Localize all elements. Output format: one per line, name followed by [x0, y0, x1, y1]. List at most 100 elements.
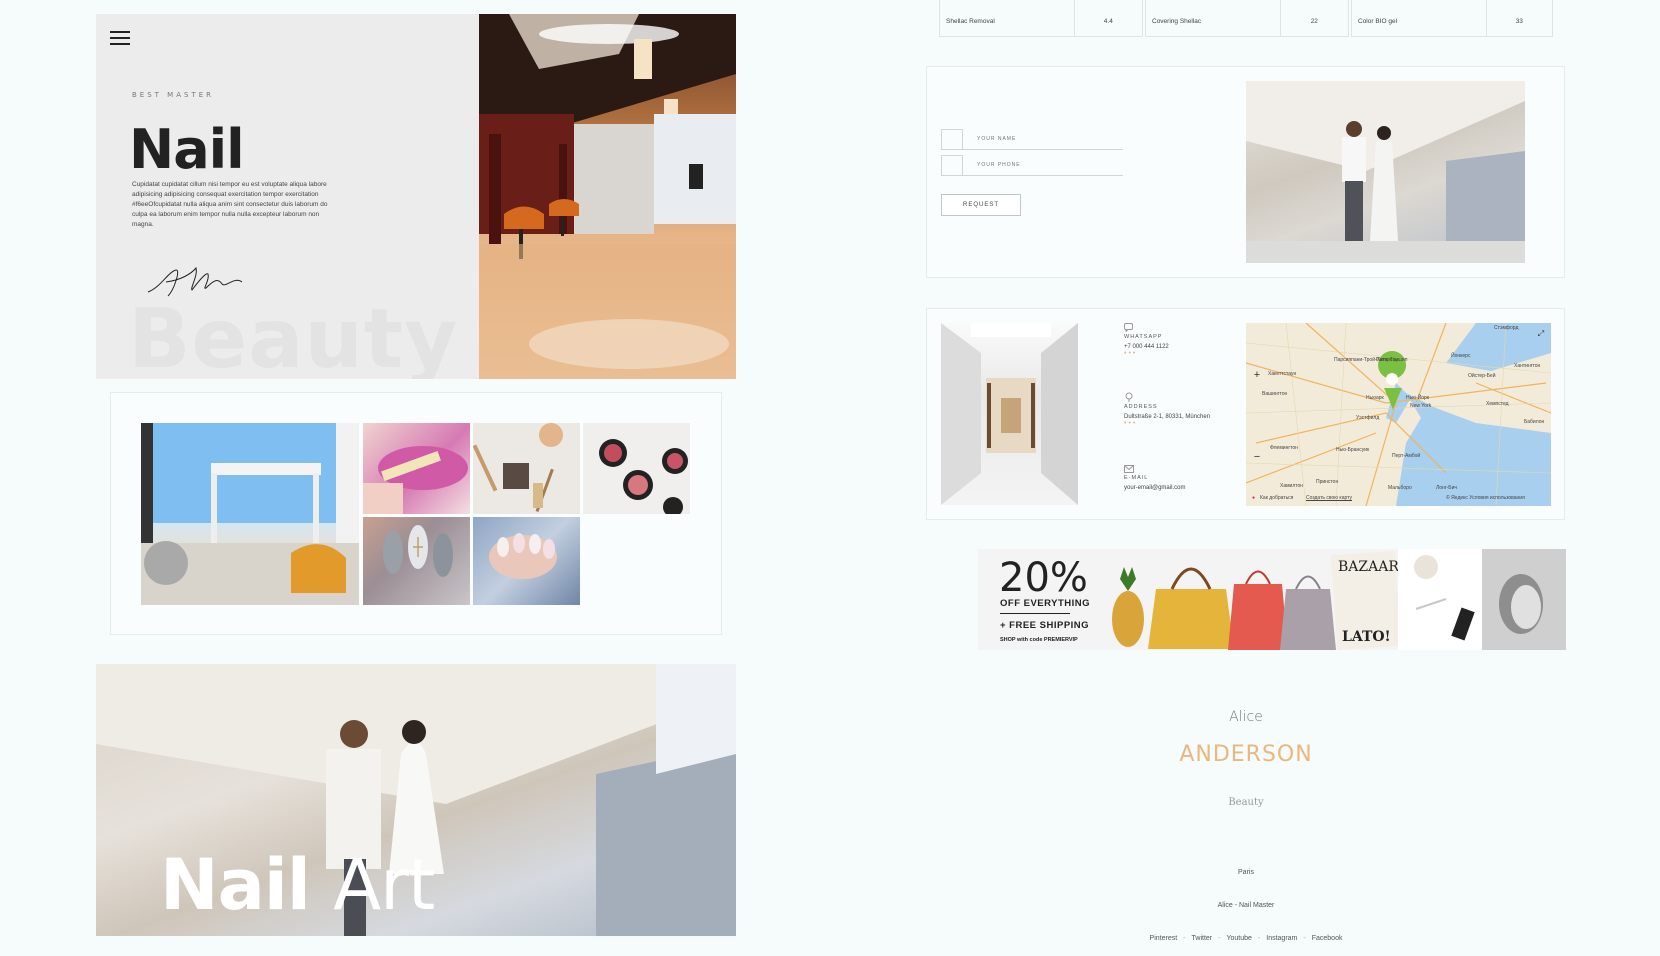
- social-link-twitter[interactable]: Twitter: [1192, 935, 1213, 942]
- phone-input[interactable]: [977, 162, 1117, 168]
- map-label: Принстон: [1316, 479, 1339, 485]
- phone-field-icon: [941, 155, 963, 176]
- name-field[interactable]: [941, 129, 1123, 150]
- map-label: Бабилон: [1524, 419, 1545, 425]
- price-table: Shellac Removal 4.4 Covering Shellac 22 …: [939, 0, 1553, 37]
- hallway-image: [941, 323, 1078, 505]
- gallery-image-denim-nails[interactable]: [473, 517, 580, 605]
- separator-dots: •••: [1124, 420, 1138, 427]
- social-separator: -: [1257, 935, 1261, 942]
- location-icon: [1125, 392, 1133, 402]
- social-separator: -: [1218, 935, 1221, 942]
- gallery-image-cosmetics[interactable]: [473, 423, 580, 514]
- gallery-image-marble-nails[interactable]: [363, 517, 470, 605]
- promo-products-image: BAZAAR LATO!: [1112, 549, 1566, 650]
- footer-social-links: Pinterest - Twitter - Youtube - Instagra…: [1046, 935, 1446, 942]
- request-button[interactable]: REQUEST: [941, 194, 1021, 216]
- nail-art-title-light: Art: [333, 844, 435, 926]
- hero-text-panel: BEST MASTER Nail Cupidatat cupidatat cil…: [96, 14, 479, 379]
- address-label: ADDRESS: [1124, 404, 1158, 410]
- nail-art-title-bold: Nail: [160, 844, 311, 926]
- map-label: Йонкерс: [1451, 353, 1471, 359]
- gallery-image-lipstick[interactable]: [363, 423, 470, 514]
- email-value[interactable]: your-email@gmail.com: [1124, 485, 1185, 491]
- nail-art-banner: Nail Art: [96, 664, 736, 936]
- gallery-image-blush[interactable]: [583, 423, 690, 514]
- hero-eyebrow: BEST MASTER: [132, 91, 215, 99]
- zoom-in-button[interactable]: +: [1250, 369, 1264, 383]
- name-field-icon: [941, 129, 963, 150]
- footer-first-name: Alice: [1229, 709, 1263, 725]
- footer-tagline: Beauty: [1228, 797, 1264, 808]
- map-attribution[interactable]: © Яндекс Условия использования: [1446, 495, 1525, 501]
- create-map-link[interactable]: Создать свою карту: [1306, 495, 1352, 501]
- whatsapp-block: WHATSAPP +7 000 444 1122 •••: [1124, 323, 1169, 357]
- map-label: Перт-Амбой: [1392, 453, 1421, 459]
- magazine-title: BAZAAR: [1338, 559, 1399, 575]
- map-label: Хакеттстаун: [1268, 371, 1297, 377]
- map-label: Уэстфилд: [1356, 415, 1380, 421]
- hero-description: Cupidatat cupidatat cillum nisi tempor e…: [132, 181, 328, 228]
- hero-ghost-word: Beauty: [128, 292, 459, 379]
- nail-art-title: Nail Art: [160, 844, 435, 926]
- promo-percent: 20%: [999, 555, 1088, 601]
- promo-off-text: OFF EVERYTHING: [1000, 598, 1091, 609]
- couple-image: [1246, 81, 1525, 263]
- hero-title: Nail: [129, 118, 245, 181]
- chat-icon: [1124, 323, 1133, 333]
- email-block: E-MAIL your-email@gmail.com: [1124, 465, 1185, 491]
- promo-code-text: SHOP with code PREMIERVIP: [1000, 637, 1078, 643]
- map-label: Хантингтон: [1514, 363, 1541, 369]
- email-label: E-MAIL: [1124, 475, 1149, 481]
- map-canvas[interactable]: [1246, 323, 1551, 506]
- footer-brand: Alice - Nail Master: [1217, 902, 1275, 909]
- contact-card: WHATSAPP +7 000 444 1122 ••• ADDRESS Dul…: [926, 308, 1565, 520]
- magazine-subtitle: LATO!: [1342, 629, 1391, 645]
- mail-icon: [1124, 465, 1134, 473]
- zoom-out-button[interactable]: −: [1250, 451, 1264, 465]
- map-label: Хамилтон: [1280, 483, 1304, 489]
- phone-field[interactable]: [941, 155, 1123, 176]
- price-service: Shellac Removal: [940, 0, 1075, 36]
- name-input[interactable]: [977, 136, 1117, 142]
- social-link-youtube[interactable]: Youtube: [1226, 935, 1251, 942]
- map-label: Ньюарк: [1366, 395, 1384, 401]
- social-separator: -: [1183, 935, 1186, 942]
- price-service: Covering Shellac: [1146, 0, 1281, 36]
- map-pin-small-icon: ●: [1252, 495, 1256, 501]
- promo-banner[interactable]: 20% OFF EVERYTHING + FREE SHIPPING SHOP …: [978, 549, 1566, 650]
- promo-divider: [1000, 613, 1070, 614]
- promo-shipping-text: + FREE SHIPPING: [1000, 620, 1090, 631]
- price-value: 33: [1515, 18, 1523, 25]
- map-label: Лонг-Бич: [1436, 485, 1457, 491]
- address-block: ADDRESS Dultstraße 2-1, 80331, München •…: [1124, 392, 1210, 427]
- menu-icon[interactable]: [110, 31, 130, 47]
- map-label: Флемингтон: [1270, 445, 1298, 451]
- hero-section: BEST MASTER Nail Cupidatat cupidatat cil…: [96, 14, 736, 379]
- salon-interior-image: [479, 14, 736, 379]
- price-service: Color BIO gel: [1352, 0, 1487, 36]
- map-label: Хемпстед: [1486, 401, 1509, 407]
- map-label: Нью-Йорк: [1406, 395, 1429, 401]
- price-row: Color BIO gel 33: [1351, 0, 1553, 37]
- map-label: Парсиппани-Трой-Хилс-Таушип: [1334, 357, 1408, 363]
- yandex-map[interactable]: Стэмфорд Патерсон Йонкерс Парсиппани-Тро…: [1246, 323, 1551, 506]
- map-label: Ойстер-Бей: [1468, 373, 1496, 379]
- map-label: Мальборо: [1388, 485, 1412, 491]
- footer-last-name: ANDERSON: [1179, 742, 1313, 767]
- route-link[interactable]: Как добраться: [1260, 495, 1293, 501]
- map-label: Стэмфорд: [1494, 325, 1519, 331]
- whatsapp-label: WHATSAPP: [1124, 334, 1163, 340]
- social-link-pinterest[interactable]: Pinterest: [1150, 935, 1178, 942]
- price-row: Covering Shellac 22: [1145, 0, 1349, 37]
- gallery-image-terrace[interactable]: [141, 423, 359, 605]
- social-link-facebook[interactable]: Facebook: [1312, 935, 1343, 942]
- map-label: Вашингтон: [1262, 391, 1288, 397]
- map-label: Нью-Брансуик: [1336, 447, 1370, 453]
- footer-city: Paris: [1238, 869, 1254, 876]
- expand-icon[interactable]: ⤢: [1534, 327, 1548, 341]
- price-row: Shellac Removal 4.4: [939, 0, 1143, 37]
- gallery-section: [110, 392, 722, 635]
- social-link-instagram[interactable]: Instagram: [1266, 935, 1297, 942]
- separator-dots: •••: [1124, 350, 1138, 357]
